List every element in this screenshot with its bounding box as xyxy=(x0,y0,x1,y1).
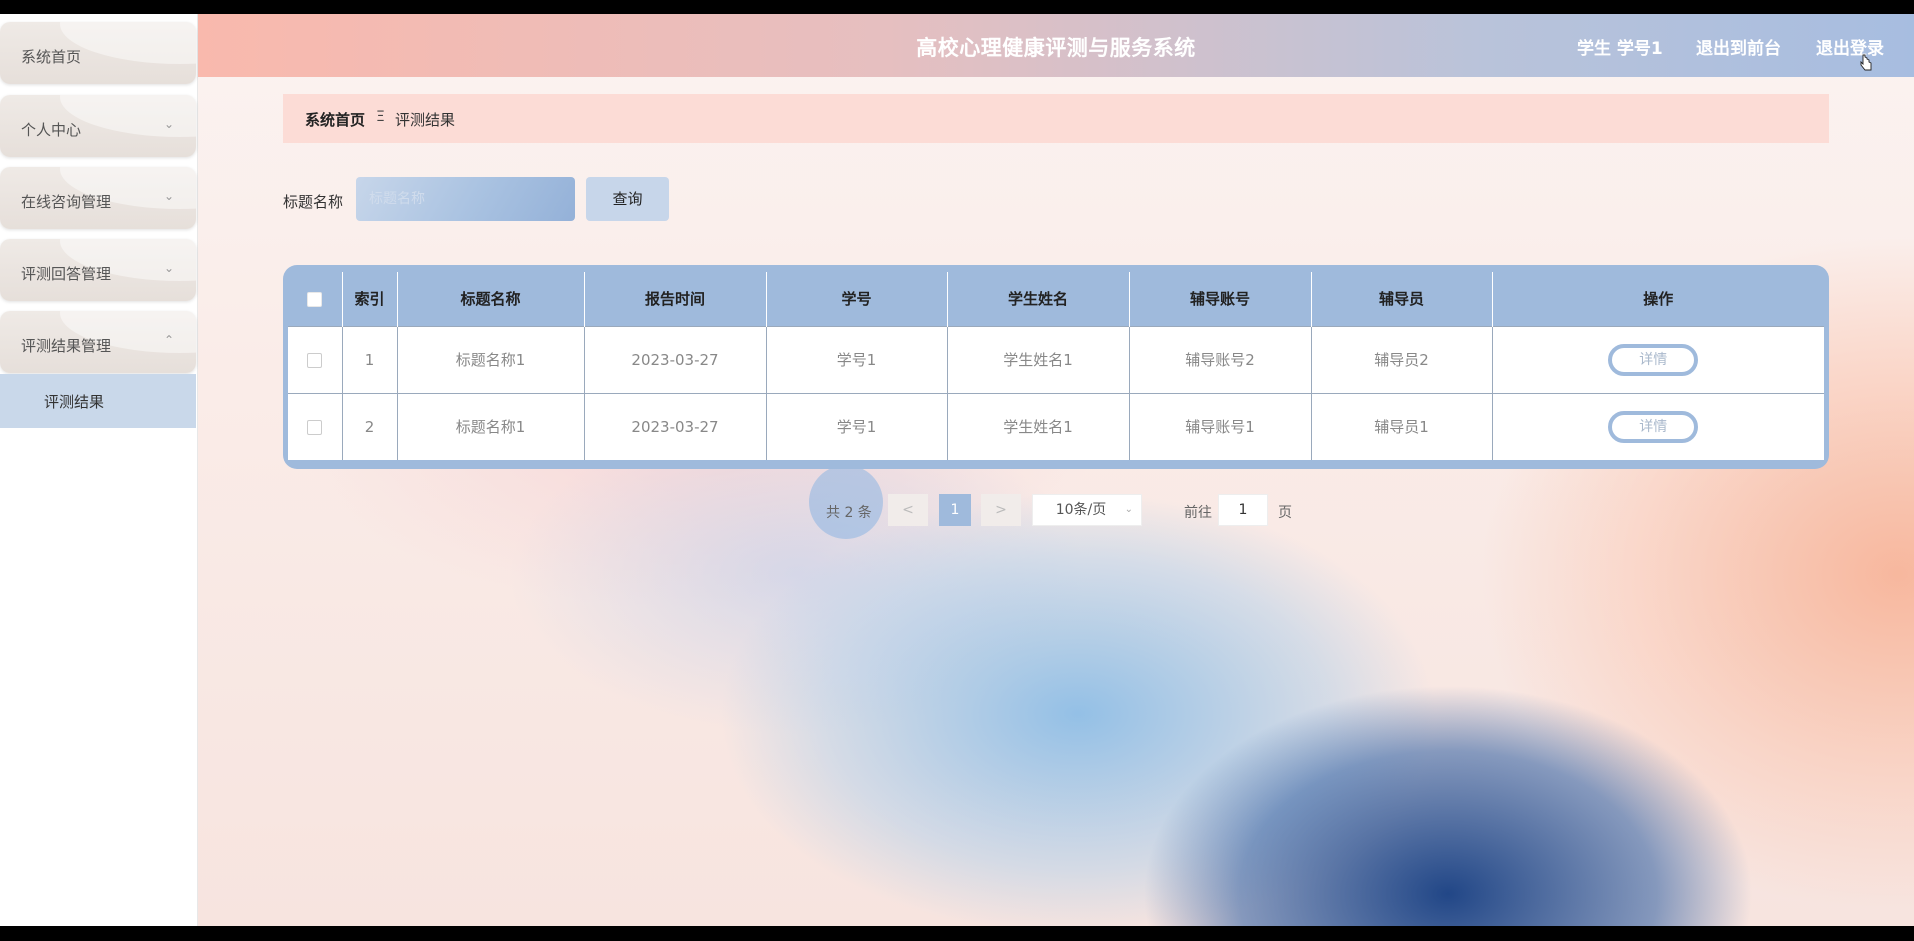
tutor-account-cell: 辅导账号2 xyxy=(1129,326,1312,393)
sidebar-subitem-results[interactable]: 评测结果 xyxy=(0,374,196,428)
sidebar-item-label: 系统首页 xyxy=(21,48,82,66)
tutor-cell: 辅导员2 xyxy=(1311,326,1493,393)
action-cell: 详情 xyxy=(1492,326,1824,393)
column-header: 辅导员 xyxy=(1311,272,1493,326)
title-search-input[interactable] xyxy=(356,177,575,221)
time-cell: 2023-03-27 xyxy=(584,326,767,393)
select-all-checkbox[interactable] xyxy=(307,291,323,307)
column-header: 学生姓名 xyxy=(947,272,1130,326)
select-all-cell xyxy=(288,272,343,326)
student-no-cell: 学号1 xyxy=(766,326,948,393)
index-cell: 2 xyxy=(342,393,398,460)
column-header: 索引 xyxy=(342,272,398,326)
sidebar-item-home[interactable]: 系统首页 xyxy=(0,22,196,84)
prev-page-button[interactable]: < xyxy=(888,494,928,526)
time-cell: 2023-03-27 xyxy=(584,393,767,460)
table-row: 1 标题名称1 2023-03-27 学号1 学生姓名1 辅导账号2 辅导员2 … xyxy=(288,326,1824,393)
goto-label: 前往 xyxy=(1184,505,1212,521)
logout-link[interactable]: 退出登录 xyxy=(1816,34,1884,59)
chevron-down-icon: ⌄ xyxy=(1124,504,1133,515)
page-number-current[interactable]: 1 xyxy=(939,494,971,526)
student-name-cell: 学生姓名1 xyxy=(947,326,1130,393)
tutor-cell: 辅导员1 xyxy=(1311,393,1493,460)
row-checkbox[interactable] xyxy=(307,419,323,435)
action-cell: 详情 xyxy=(1492,393,1824,460)
pointer-cursor-icon xyxy=(1860,54,1872,71)
sidebar-item-personal-center[interactable]: 个人中心 ⌄ xyxy=(0,95,196,157)
breadcrumb-separator-icon: Ξ xyxy=(376,109,385,125)
row-select-cell xyxy=(288,393,343,460)
sidebar-item-label: 评测回答管理 xyxy=(21,265,112,283)
chevron-down-icon: ⌄ xyxy=(163,261,174,275)
sidebar-item-consult[interactable]: 在线咨询管理 ⌄ xyxy=(0,167,196,229)
breadcrumb-current: 评测结果 xyxy=(395,111,456,129)
column-header: 学号 xyxy=(766,272,948,326)
results-table-container: 索引 标题名称 报告时间 学号 学生姓名 辅导账号 辅导员 操作 1 标题名称1… xyxy=(283,265,1829,469)
page-jump-input[interactable] xyxy=(1218,494,1268,526)
breadcrumb-home[interactable]: 系统首页 xyxy=(305,109,365,130)
table-row: 2 标题名称1 2023-03-27 学号1 学生姓名1 辅导账号1 辅导员1 … xyxy=(288,393,1824,460)
sidebar-item-label: 在线咨询管理 xyxy=(21,193,112,211)
column-header: 报告时间 xyxy=(584,272,767,326)
page-suffix-label: 页 xyxy=(1278,505,1292,521)
row-select-cell xyxy=(288,326,343,393)
chevron-down-icon: ⌄ xyxy=(163,189,174,203)
top-header: 高校心理健康评测与服务系统 学生 学号1 退出到前台 退出登录 xyxy=(198,14,1914,77)
query-button[interactable]: 查询 xyxy=(586,177,669,221)
column-header: 标题名称 xyxy=(397,272,585,326)
total-count: 共 2 条 xyxy=(826,505,872,521)
table-header-row: 索引 标题名称 报告时间 学号 学生姓名 辅导账号 辅导员 操作 xyxy=(288,272,1824,326)
sidebar-item-label: 评测结果管理 xyxy=(21,337,112,355)
page-size-value: 10条/页 xyxy=(1055,502,1107,518)
detail-button[interactable]: 详情 xyxy=(1608,410,1699,443)
app-window: 系统首页 个人中心 ⌄ 在线咨询管理 ⌄ 评测回答管理 ⌄ 评测结果管理 ⌃ 评… xyxy=(0,14,1914,926)
sidebar-item-label: 个人中心 xyxy=(21,121,82,139)
search-label: 标题名称 xyxy=(283,193,344,211)
student-no-cell: 学号1 xyxy=(766,393,948,460)
results-table: 索引 标题名称 报告时间 学号 学生姓名 辅导账号 辅导员 操作 1 标题名称1… xyxy=(288,272,1824,460)
sidebar: 系统首页 个人中心 ⌄ 在线咨询管理 ⌄ 评测回答管理 ⌄ 评测结果管理 ⌃ 评… xyxy=(0,14,198,926)
title-cell: 标题名称1 xyxy=(397,326,585,393)
back-to-front-link[interactable]: 退出到前台 xyxy=(1696,34,1781,59)
chevron-up-icon: ⌃ xyxy=(163,333,174,347)
sidebar-subitem-label: 评测结果 xyxy=(44,393,105,411)
breadcrumb: 系统首页 Ξ 评测结果 xyxy=(283,94,1829,143)
student-name-cell: 学生姓名1 xyxy=(947,393,1130,460)
row-checkbox[interactable] xyxy=(307,352,323,368)
tutor-account-cell: 辅导账号1 xyxy=(1129,393,1312,460)
sidebar-item-results[interactable]: 评测结果管理 ⌃ xyxy=(0,311,196,373)
chevron-down-icon: ⌄ xyxy=(163,117,174,131)
page-size-select[interactable]: 10条/页 ⌄ xyxy=(1032,494,1142,526)
detail-button[interactable]: 详情 xyxy=(1608,343,1699,376)
sidebar-item-answers[interactable]: 评测回答管理 ⌄ xyxy=(0,239,196,301)
next-page-button[interactable]: > xyxy=(981,494,1021,526)
title-cell: 标题名称1 xyxy=(397,393,585,460)
index-cell: 1 xyxy=(342,326,398,393)
column-header: 操作 xyxy=(1643,290,1674,309)
column-header: 辅导账号 xyxy=(1129,272,1312,326)
user-label[interactable]: 学生 学号1 xyxy=(1577,34,1663,59)
background-art xyxy=(198,14,1914,926)
